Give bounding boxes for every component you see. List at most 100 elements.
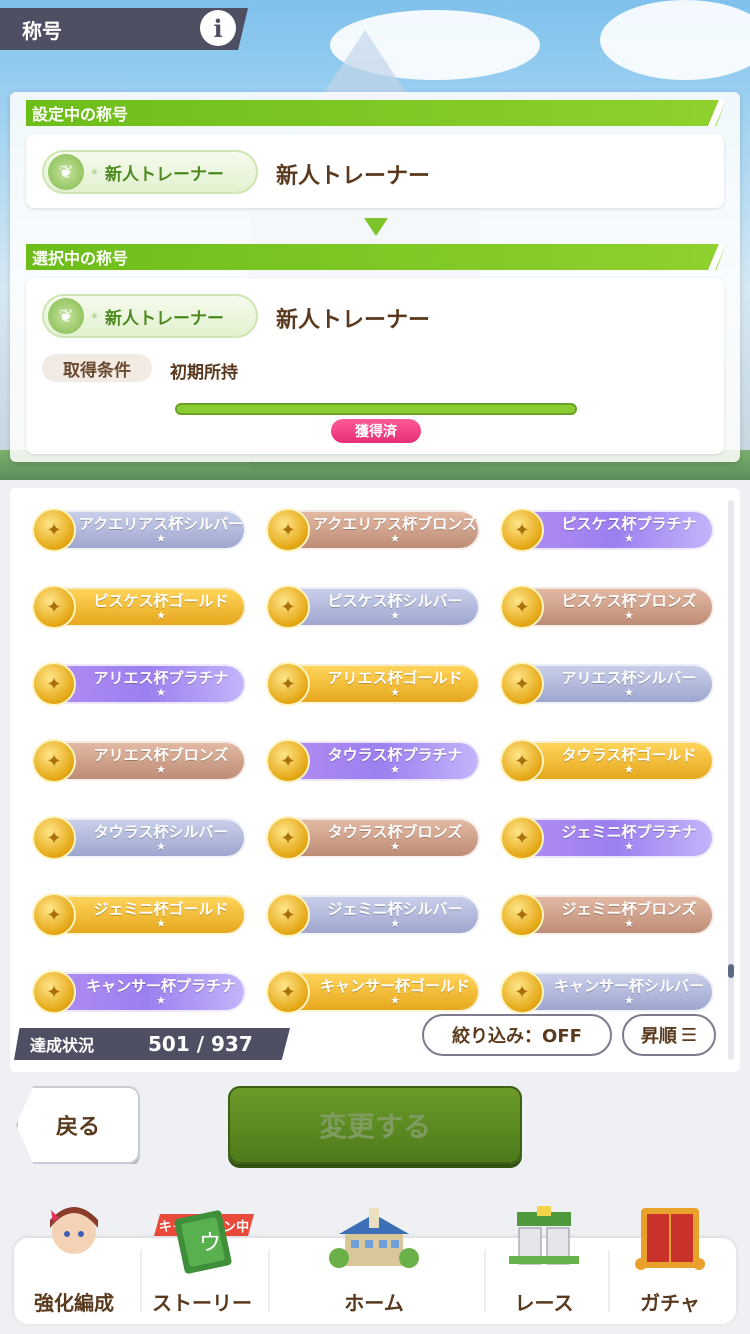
book-icon: ウ	[174, 1210, 232, 1274]
star-icon: ★	[156, 609, 166, 622]
star-icon: ★	[390, 840, 400, 853]
current-title-badge-label: 新人トレーナー	[104, 164, 224, 185]
title-badge-label: ピスケス杯ゴールド	[93, 592, 229, 610]
title-list-panel[interactable]: アクエリアス杯シルバー ★ ✦ アクエリアス杯ブロンズ ★ ✦ ピスケス杯プラチナ ★ ✦ ピスケ…	[10, 488, 740, 1072]
title-badge-label: アリエス杯シルバー	[561, 669, 697, 687]
title-badge-label: アクエリアス杯シルバー	[78, 515, 244, 533]
down-arrow-icon	[364, 218, 388, 236]
back-button[interactable]: 戻る	[16, 1086, 140, 1164]
title-badge-item[interactable]: ジェミニ杯ブロンズ ★ ✦	[500, 891, 716, 939]
title-badge-item[interactable]: ピスケス杯ゴールド ★ ✦	[32, 583, 248, 631]
zodiac-medal-icon: ✦	[32, 739, 76, 783]
zodiac-medal-icon: ✦	[266, 739, 310, 783]
star-icon: ★	[390, 609, 400, 622]
title-badge-item[interactable]: キャンサー杯プラチナ ★ ✦	[32, 968, 248, 1016]
nav-item-gacha[interactable]: ガチャ	[610, 1208, 730, 1324]
sort-button[interactable]: 昇順 ☰	[622, 1014, 716, 1056]
acquired-status-badge: 獲得済	[331, 419, 421, 443]
title-badge-body: ジェミニ杯プラチナ ★	[514, 818, 714, 858]
star-icon: ★	[624, 840, 634, 853]
title-badge-body: キャンサー杯プラチナ ★	[46, 972, 246, 1012]
zodiac-medal-icon: ✦	[32, 893, 76, 937]
zodiac-medal-icon: ✦	[500, 508, 544, 552]
nav-item-story[interactable]: ウ ストーリー	[142, 1210, 262, 1324]
title-badge-item[interactable]: ピスケス杯シルバー ★ ✦	[266, 583, 482, 631]
nav-item-enhance[interactable]: 強化編成	[14, 1207, 134, 1324]
info-icon[interactable]: i	[200, 10, 236, 46]
title-badge-label: タウラス杯ゴールド	[561, 746, 697, 764]
nav-label: レース	[514, 1291, 574, 1315]
title-badge-label: アリエス杯ブロンズ	[93, 746, 229, 764]
current-title-header-label: 設定中の称号	[32, 105, 129, 124]
title-badge-body: ジェミニ杯シルバー ★	[280, 895, 480, 935]
nav-item-home[interactable]: ホーム	[314, 1208, 434, 1324]
zodiac-medal-icon: ✦	[266, 508, 310, 552]
star-icon: ★	[90, 310, 99, 322]
title-badge-item[interactable]: アクエリアス杯シルバー ★ ✦	[32, 506, 248, 554]
title-badge-item[interactable]: アリエス杯ブロンズ ★ ✦	[32, 737, 248, 785]
zodiac-medal-icon: ✦	[500, 662, 544, 706]
title-badge-label: タウラス杯ブロンズ	[327, 823, 463, 841]
title-badge-item[interactable]: アクエリアス杯ブロンズ ★ ✦	[266, 506, 482, 554]
star-icon: ★	[156, 917, 166, 930]
title-badge-item[interactable]: アリエス杯シルバー ★ ✦	[500, 660, 716, 708]
title-badge-item[interactable]: キャンサー杯シルバー ★ ✦	[500, 968, 716, 1016]
star-icon: ★	[390, 917, 400, 930]
zodiac-medal-icon: ✦	[32, 662, 76, 706]
title-badge-item[interactable]: タウラス杯シルバー ★ ✦	[32, 814, 248, 862]
title-badge-body: タウラス杯シルバー ★	[46, 818, 246, 858]
title-badge-label: ジェミニ杯シルバー	[327, 900, 463, 918]
star-icon: ★	[390, 994, 400, 1007]
title-badge-body: アリエス杯ブロンズ ★	[46, 741, 246, 781]
title-badge-item[interactable]: アリエス杯ゴールド ★ ✦	[266, 660, 482, 708]
character-icon	[50, 1207, 98, 1254]
title-badge-item[interactable]: タウラス杯ゴールド ★ ✦	[500, 737, 716, 785]
nav-label: ホーム	[344, 1291, 404, 1315]
bottom-nav: 強化編成 ウ ストーリー ホーム レース ガチャ	[14, 1206, 736, 1324]
condition-label: 取得条件	[42, 354, 152, 382]
title-badge-body: ピスケス杯ゴールド ★	[46, 587, 246, 627]
sort-label: 昇順	[640, 1026, 677, 1047]
title-badge-label: キャンサー杯プラチナ	[85, 977, 236, 995]
change-button[interactable]: 変更する	[228, 1086, 522, 1164]
title-badge-item[interactable]: アリエス杯プラチナ ★ ✦	[32, 660, 248, 708]
title-badge-body: アリエス杯シルバー ★	[514, 664, 714, 704]
star-icon: ★	[156, 532, 166, 545]
title-badge-label: ピスケス杯ブロンズ	[561, 592, 697, 610]
zodiac-medal-icon: ✦	[266, 970, 310, 1014]
title-detail-panel: 設定中の称号 ❦ ★ 新人トレーナー 新人トレーナー 選択中の称号 ❦ ★ 新人…	[10, 92, 740, 462]
filter-button[interactable]: 絞り込み：OFF	[422, 1014, 612, 1056]
nav-item-race[interactable]: レース	[484, 1206, 604, 1324]
current-title-name: 新人トレーナー	[276, 164, 431, 189]
achievement-status: 達成状況 501 / 937	[14, 1028, 290, 1060]
star-icon: ★	[624, 994, 634, 1007]
star-icon: ★	[624, 532, 634, 545]
zodiac-medal-icon: ✦	[266, 662, 310, 706]
title-badge-label: タウラス杯プラチナ	[327, 746, 463, 764]
svg-text:ウ: ウ	[199, 1231, 221, 1256]
title-badge-body: ジェミニ杯ブロンズ ★	[514, 895, 714, 935]
title-badge-item[interactable]: タウラス杯プラチナ ★ ✦	[266, 737, 482, 785]
current-title-header: 設定中の称号	[26, 100, 726, 126]
title-badge-item[interactable]: ジェミニ杯ゴールド ★ ✦	[32, 891, 248, 939]
zodiac-medal-icon: ✦	[500, 739, 544, 783]
title-badge-body: アリエス杯プラチナ ★	[46, 664, 246, 704]
star-icon: ★	[156, 686, 166, 699]
title-badge-item[interactable]: ジェミニ杯シルバー ★ ✦	[266, 891, 482, 939]
zodiac-medal-icon: ✦	[32, 970, 76, 1014]
achievement-value: 501 / 937	[148, 1032, 253, 1056]
title-badge-item[interactable]: ピスケス杯プラチナ ★ ✦	[500, 506, 716, 554]
title-badge-label: キャンサー杯シルバー	[553, 977, 704, 995]
title-badge-body: アクエリアス杯ブロンズ ★	[280, 510, 480, 550]
title-badge-item[interactable]: タウラス杯ブロンズ ★ ✦	[266, 814, 482, 862]
title-badge-label: キャンサー杯ゴールド	[319, 977, 470, 995]
title-badge-item[interactable]: ピスケス杯ブロンズ ★ ✦	[500, 583, 716, 631]
scrollbar-thumb[interactable]	[728, 964, 734, 978]
zodiac-medal-icon: ✦	[266, 816, 310, 860]
title-badge-item[interactable]: ジェミニ杯プラチナ ★ ✦	[500, 814, 716, 862]
nav-label: ガチャ	[640, 1291, 700, 1315]
title-badge-item[interactable]: キャンサー杯ゴールド ★ ✦	[266, 968, 482, 1016]
title-badge-body: ピスケス杯プラチナ ★	[514, 510, 714, 550]
title-badge-body: キャンサー杯シルバー ★	[514, 972, 714, 1012]
star-icon: ★	[156, 840, 166, 853]
